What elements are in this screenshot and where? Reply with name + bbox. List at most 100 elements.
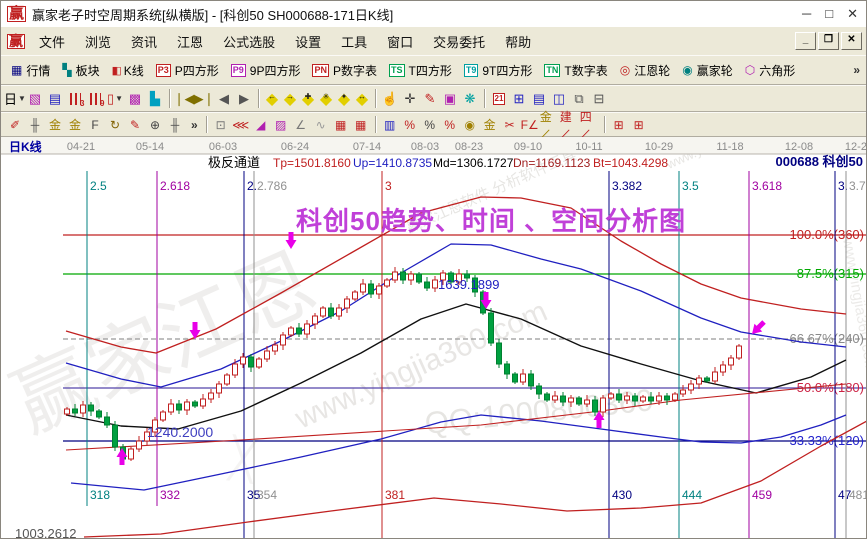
pattern-icon[interactable]: ▩ xyxy=(125,89,145,108)
angle-brush-icon[interactable]: ✎ xyxy=(125,115,145,134)
spiral-icon[interactable]: ↻ xyxy=(105,115,125,134)
prev-bar-icon[interactable]: ◀ xyxy=(214,89,234,108)
wave-icon[interactable]: ∿ xyxy=(311,115,331,134)
diamond-cross-icon[interactable]: ◆✚ xyxy=(299,89,317,108)
percent-line-icon[interactable]: % xyxy=(440,115,460,134)
hand-icon[interactable]: ☝ xyxy=(380,89,400,108)
menu-item-tools[interactable]: 工具 xyxy=(331,28,377,55)
diamond-star-icon[interactable]: ◆✳ xyxy=(317,89,335,108)
export-icon[interactable]: ⧉ xyxy=(569,89,589,108)
menu-item-help[interactable]: 帮助 xyxy=(495,28,541,55)
chart-area[interactable]: 赢家江恩www.yingjia360.comQQ:1000800360赢家江恩软… xyxy=(1,137,867,539)
color-bars-icon[interactable]: ▙ xyxy=(145,89,165,108)
cycle-tool-icon[interactable]: ❋ xyxy=(460,89,480,108)
gold-grid-icon[interactable]: 金 xyxy=(45,115,65,134)
trendline-pen-icon[interactable]: ✎ xyxy=(420,89,440,108)
brush-icon[interactable]: ✐ xyxy=(5,115,25,134)
drawing-more-chevron[interactable]: » xyxy=(187,118,202,132)
child-restore-button[interactable]: ❐ xyxy=(818,32,839,50)
candle-down xyxy=(633,396,638,401)
child-close-button[interactable]: ✕ xyxy=(841,32,862,50)
candle-up xyxy=(169,404,174,412)
percent-fan-icon[interactable]: % xyxy=(400,115,420,134)
gann-circle-icon[interactable]: ⊕ xyxy=(145,115,165,134)
diamond-both-icon[interactable]: ◆↔ xyxy=(353,89,371,108)
indicator-param-Tp: Tp=1501.8160 xyxy=(273,156,351,170)
toolbar-button-quotes[interactable]: ▦行情 xyxy=(5,61,56,80)
toolbar-button-t-table[interactable]: TNT数字表 xyxy=(538,61,613,80)
candle-down xyxy=(497,343,502,364)
grid-b-icon[interactable]: ⊞ xyxy=(629,115,649,134)
child-minimize-button[interactable]: _ xyxy=(795,32,816,50)
menu-item-news[interactable]: 资讯 xyxy=(121,28,167,55)
box-fan2-icon[interactable]: ▨ xyxy=(271,115,291,134)
menu-item-browse[interactable]: 浏览 xyxy=(75,28,121,55)
candle-up xyxy=(377,286,382,294)
fib-grid-icon[interactable]: F xyxy=(85,115,105,134)
time-grid-icon[interactable]: ╫ xyxy=(25,115,45,134)
gann-shape-icon[interactable]: ▣ xyxy=(440,89,460,108)
print-icon[interactable]: ⊟ xyxy=(589,89,609,108)
diamond-left-icon[interactable]: ◆← xyxy=(263,89,281,108)
period-day-dropdown[interactable]: 日▼ xyxy=(5,89,25,108)
four-angle-icon[interactable]: 四∠ xyxy=(580,115,600,134)
time-cycle-ratio-label: 3.382 xyxy=(612,179,642,193)
menu-item-window[interactable]: 窗口 xyxy=(377,28,423,55)
overlay-icon[interactable]: ▧ xyxy=(25,89,45,108)
fan-lines-icon[interactable]: ⋘ xyxy=(231,115,251,134)
rails-icon[interactable]: ╫ xyxy=(165,115,185,134)
cut-tool-icon[interactable]: ✂ xyxy=(500,115,520,134)
save-icon[interactable]: ◫ xyxy=(549,89,569,108)
percent-icon[interactable]: % xyxy=(420,115,440,134)
red-grid-b-icon[interactable]: ▦ xyxy=(351,115,371,134)
close-button[interactable]: ✕ xyxy=(847,6,858,22)
calendar-icon[interactable]: 21 xyxy=(489,89,509,108)
gold-angle-icon[interactable]: 金∠ xyxy=(540,115,560,134)
percent-table-icon[interactable]: ▥ xyxy=(380,115,400,134)
f-angle-icon[interactable]: F∠ xyxy=(520,115,540,134)
box-fan-icon[interactable]: ◢ xyxy=(251,115,271,134)
notepad-icon[interactable]: ▤ xyxy=(529,89,549,108)
toolbar-button-p-square[interactable]: P3P四方形 xyxy=(150,61,225,80)
menu-item-trade[interactable]: 交易委托 xyxy=(423,28,495,55)
speed-angle-icon[interactable]: 建∠ xyxy=(560,115,580,134)
crosshair-icon[interactable]: ✛ xyxy=(400,89,420,108)
menu-item-gann[interactable]: 江恩 xyxy=(167,28,213,55)
candle-up xyxy=(569,398,574,402)
toolbar-button-hexagon[interactable]: ⬡六角形 xyxy=(739,61,802,80)
note-icon[interactable]: ▤ xyxy=(45,89,65,108)
wave9-icon[interactable]: 9 xyxy=(85,89,105,108)
toolbar-button-9t-square[interactable]: T99T四方形 xyxy=(458,61,539,80)
gold-section-icon[interactable]: ◉ xyxy=(460,115,480,134)
angle-line-icon[interactable]: ∠ xyxy=(291,115,311,134)
toolbar-more-chevron[interactable]: » xyxy=(849,63,864,77)
calculator-icon[interactable]: ⊞ xyxy=(509,89,529,108)
next-bar-icon[interactable]: ▶ xyxy=(234,89,254,108)
candle-up xyxy=(433,280,438,288)
candle-style-dropdown[interactable]: ▯▼ xyxy=(105,89,125,108)
toolbar-button-gann-wheel[interactable]: ◎江恩轮 xyxy=(614,61,677,80)
diamond-star2-icon[interactable]: ◆✦ xyxy=(335,89,353,108)
gold-grid2-icon[interactable]: 金 xyxy=(65,115,85,134)
toolbar-button-winner-wheel[interactable]: ◉赢家轮 xyxy=(676,61,739,80)
kline-chart-canvas[interactable]: 赢家江恩www.yingjia360.comQQ:1000800360赢家江恩软… xyxy=(1,137,867,539)
last-bar-icon[interactable]: ▶❘ xyxy=(194,89,214,108)
minimize-button[interactable]: ─ xyxy=(802,6,811,22)
candle-up xyxy=(601,398,606,412)
menu-item-formula-stock-pick[interactable]: 公式选股 xyxy=(213,28,285,55)
box-tool-icon[interactable]: ⊡ xyxy=(211,115,231,134)
grid-a-icon[interactable]: ⊞ xyxy=(609,115,629,134)
red-grid-a-icon[interactable]: ▦ xyxy=(331,115,351,134)
diamond-right-icon[interactable]: ◆→ xyxy=(281,89,299,108)
toolbar-button-sectors[interactable]: ▚板块 xyxy=(56,61,105,80)
toolbar-button-9p-square[interactable]: P99P四方形 xyxy=(225,61,307,80)
wave3-icon[interactable]: 3 xyxy=(65,89,85,108)
menu-item-file[interactable]: 文件 xyxy=(29,28,75,55)
toolbar-button-p-table[interactable]: PNP数字表 xyxy=(306,61,383,80)
maximize-button[interactable]: □ xyxy=(825,6,833,22)
toolbar-button-t-square[interactable]: TST四方形 xyxy=(383,61,458,80)
toolbar-button-kline[interactable]: ▮▯K线 xyxy=(106,61,150,80)
gold-line-icon[interactable]: 金 xyxy=(480,115,500,134)
menu-item-settings[interactable]: 设置 xyxy=(285,28,331,55)
first-bar-icon[interactable]: ❘◀ xyxy=(174,89,194,108)
